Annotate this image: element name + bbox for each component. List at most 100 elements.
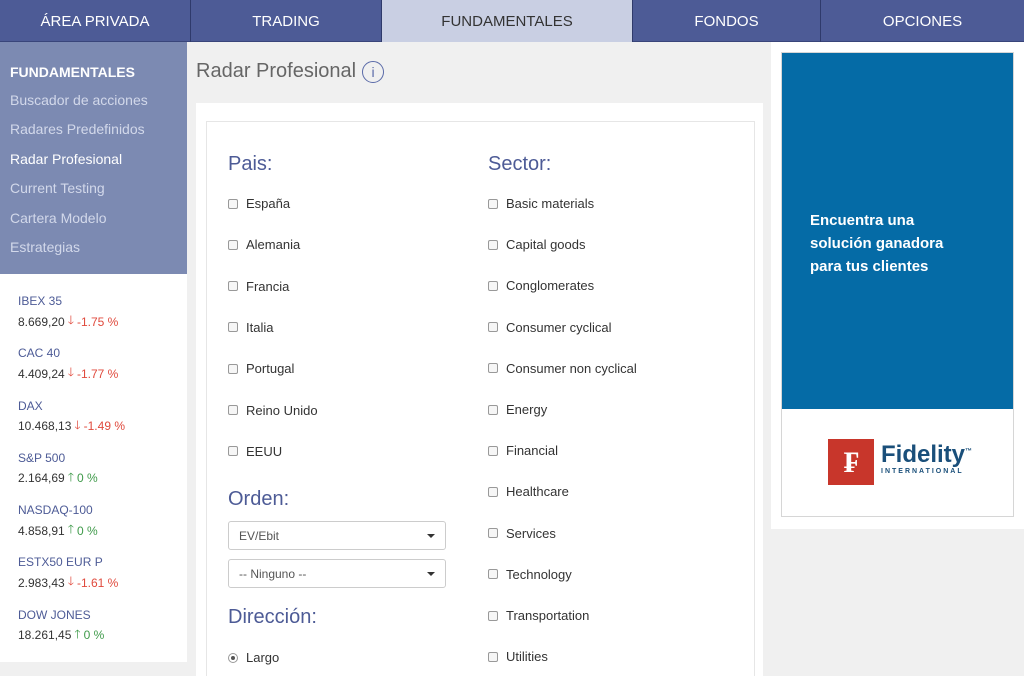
checkbox-icon[interactable]	[488, 322, 498, 333]
nav-tab-area-privada[interactable]: ÁREA PRIVADA	[0, 0, 191, 42]
sidebar-item-cartera-modelo[interactable]: Cartera Modelo	[0, 204, 187, 233]
index-item[interactable]: DOW JONES 18.261,45 🡑 0 %	[18, 608, 187, 660]
checkbox-icon[interactable]	[228, 405, 238, 415]
pais-checkbox[interactable]: Reino Unido	[228, 403, 318, 418]
nav-tab-opciones[interactable]: OPCIONES	[821, 0, 1024, 42]
sector-checkbox[interactable]: Capital goods	[488, 237, 586, 252]
checkbox-icon[interactable]	[488, 445, 498, 456]
pais-checkbox[interactable]: Francia	[228, 279, 289, 294]
checkbox-icon[interactable]	[228, 363, 238, 374]
checkbox-icon[interactable]	[488, 610, 498, 621]
sector-checkbox-label: Services	[506, 525, 556, 541]
top-navigation: ÁREA PRIVADA TRADING FUNDAMENTALES FONDO…	[0, 0, 1024, 42]
pais-heading: Pais:	[228, 153, 273, 175]
orden-heading: Orden:	[228, 488, 290, 510]
nav-tab-trading[interactable]: TRADING	[191, 0, 382, 42]
checkbox-icon[interactable]	[228, 239, 238, 250]
checkbox-icon[interactable]	[488, 651, 498, 662]
checkbox-icon[interactable]	[488, 404, 498, 415]
nav-tab-fundamentales[interactable]: FUNDAMENTALES	[382, 0, 633, 42]
chevron-down-icon	[427, 571, 435, 576]
orden-select-primary[interactable]: EV/Ebit	[228, 521, 446, 550]
checkbox-icon[interactable]	[488, 528, 498, 539]
checkbox-icon[interactable]	[488, 280, 498, 291]
pais-checkbox-label: Portugal	[246, 361, 295, 377]
sector-checkbox[interactable]: Services	[488, 526, 556, 541]
index-name[interactable]: NASDAQ-100	[18, 503, 187, 520]
sector-checkbox[interactable]: Technology	[488, 567, 572, 582]
sector-checkbox-label: Consumer non cyclical	[506, 360, 637, 376]
pais-checkbox-label: Alemania	[246, 237, 301, 253]
pais-checkbox[interactable]: Alemania	[228, 237, 300, 252]
orden-select-secondary[interactable]: -- Ninguno --	[228, 559, 446, 588]
sidebar-item-current-testing[interactable]: Current Testing	[0, 174, 187, 203]
checkbox-icon[interactable]	[228, 446, 238, 457]
index-value: 4.858,91	[18, 523, 65, 538]
nav-tab-fondos[interactable]: FONDOS	[633, 0, 821, 42]
pais-checkbox-label: Italia	[246, 319, 274, 335]
sector-checkbox[interactable]: Financial	[488, 443, 558, 458]
index-name[interactable]: CAC 40	[18, 346, 187, 363]
index-item[interactable]: CAC 40 4.409,24 🡓 -1.77 %	[18, 346, 187, 398]
sector-checkbox[interactable]: Transportation	[488, 608, 589, 623]
sector-checkbox-label: Energy	[506, 402, 548, 417]
sector-checkbox-label: Basic materials	[506, 196, 595, 211]
direccion-heading: Dirección:	[228, 606, 317, 628]
sidebar-item-radares-predefinidos[interactable]: Radares Predefinidos	[0, 115, 187, 144]
pais-checkbox[interactable]: Italia	[228, 320, 273, 335]
index-item[interactable]: NASDAQ-100 4.858,91 🡑 0 %	[18, 503, 187, 555]
pais-checkbox-label: EEUU	[246, 443, 283, 459]
index-quote-row: 18.261,45 🡑 0 %	[18, 625, 187, 646]
checkbox-icon[interactable]	[228, 322, 238, 333]
index-quote-row: 10.468,13 🡓 -1.49 %	[18, 416, 187, 437]
sidebar-item-estrategias[interactable]: Estrategias	[0, 233, 187, 262]
checkbox-icon[interactable]	[488, 486, 498, 497]
sector-checkbox-label: Utilities	[506, 649, 548, 665]
index-item[interactable]: S&P 500 2.164,69 🡑 0 %	[18, 451, 187, 503]
arrow-up-icon: 🡑	[67, 522, 74, 537]
sector-checkbox[interactable]: Healthcare	[488, 484, 569, 499]
sidebar-heading: FUNDAMENTALES	[10, 64, 135, 80]
index-name[interactable]: ESTX50 EUR P	[18, 555, 187, 572]
info-icon[interactable]: i	[362, 60, 385, 83]
index-quote-row: 4.409,24 🡓 -1.77 %	[18, 363, 187, 384]
sector-checkbox[interactable]: Conglomerates	[488, 278, 594, 293]
checkbox-icon[interactable]	[488, 363, 498, 374]
index-change: 0 %	[76, 471, 98, 486]
sector-checkbox[interactable]: Utilities	[488, 649, 548, 664]
checkbox-icon[interactable]	[228, 281, 238, 292]
direccion-radio-largo[interactable]: Largo	[228, 650, 279, 665]
index-name[interactable]: DOW JONES	[18, 608, 187, 625]
index-change: -1.61 %	[76, 575, 119, 590]
index-name[interactable]: S&P 500	[18, 451, 187, 468]
index-name[interactable]: DAX	[18, 399, 187, 416]
sidebar-item-radar-profesional[interactable]: Radar Profesional	[0, 145, 187, 174]
index-name[interactable]: IBEX 35	[18, 294, 187, 311]
index-value: 8.669,20	[18, 314, 65, 329]
arrow-up-icon: 🡑	[74, 626, 81, 641]
sidebar-item-buscador[interactable]: Buscador de acciones	[0, 86, 187, 115]
sector-checkbox[interactable]: Basic materials	[488, 196, 594, 211]
index-item[interactable]: IBEX 35 8.669,20 🡓 -1.75 %	[18, 294, 187, 346]
ad-banner-blue-area: Encuentra una solución ganadora para tus…	[782, 53, 1013, 409]
pais-checkbox[interactable]: Portugal	[228, 361, 294, 376]
checkbox-icon[interactable]	[228, 198, 238, 209]
pais-checkbox[interactable]: EEUU	[228, 444, 282, 459]
index-change: 0 %	[83, 628, 105, 643]
sidebar-menu: FUNDAMENTALES Buscador de acciones Radar…	[0, 42, 187, 274]
checkbox-icon[interactable]	[488, 198, 498, 209]
sector-checkbox[interactable]: Energy	[488, 402, 547, 417]
index-change: -1.49 %	[83, 419, 125, 434]
index-quote-row: 4.858,91 🡑 0 %	[18, 520, 187, 541]
ad-headline-line3: para tus clientes	[810, 258, 929, 275]
ad-banner[interactable]: Encuentra una solución ganadora para tus…	[781, 52, 1014, 517]
index-item[interactable]: DAX 10.468,13 🡓 -1.49 %	[18, 399, 187, 451]
sector-checkbox[interactable]: Consumer non cyclical	[488, 361, 637, 376]
checkbox-icon[interactable]	[488, 239, 498, 250]
radio-selected-icon[interactable]	[228, 652, 238, 663]
pais-checkbox[interactable]: España	[228, 196, 290, 211]
sector-checkbox-label: Transportation	[506, 608, 590, 623]
index-item[interactable]: ESTX50 EUR P 2.983,43 🡓 -1.61 %	[18, 555, 187, 607]
checkbox-icon[interactable]	[488, 569, 498, 580]
sector-checkbox[interactable]: Consumer cyclical	[488, 320, 611, 335]
